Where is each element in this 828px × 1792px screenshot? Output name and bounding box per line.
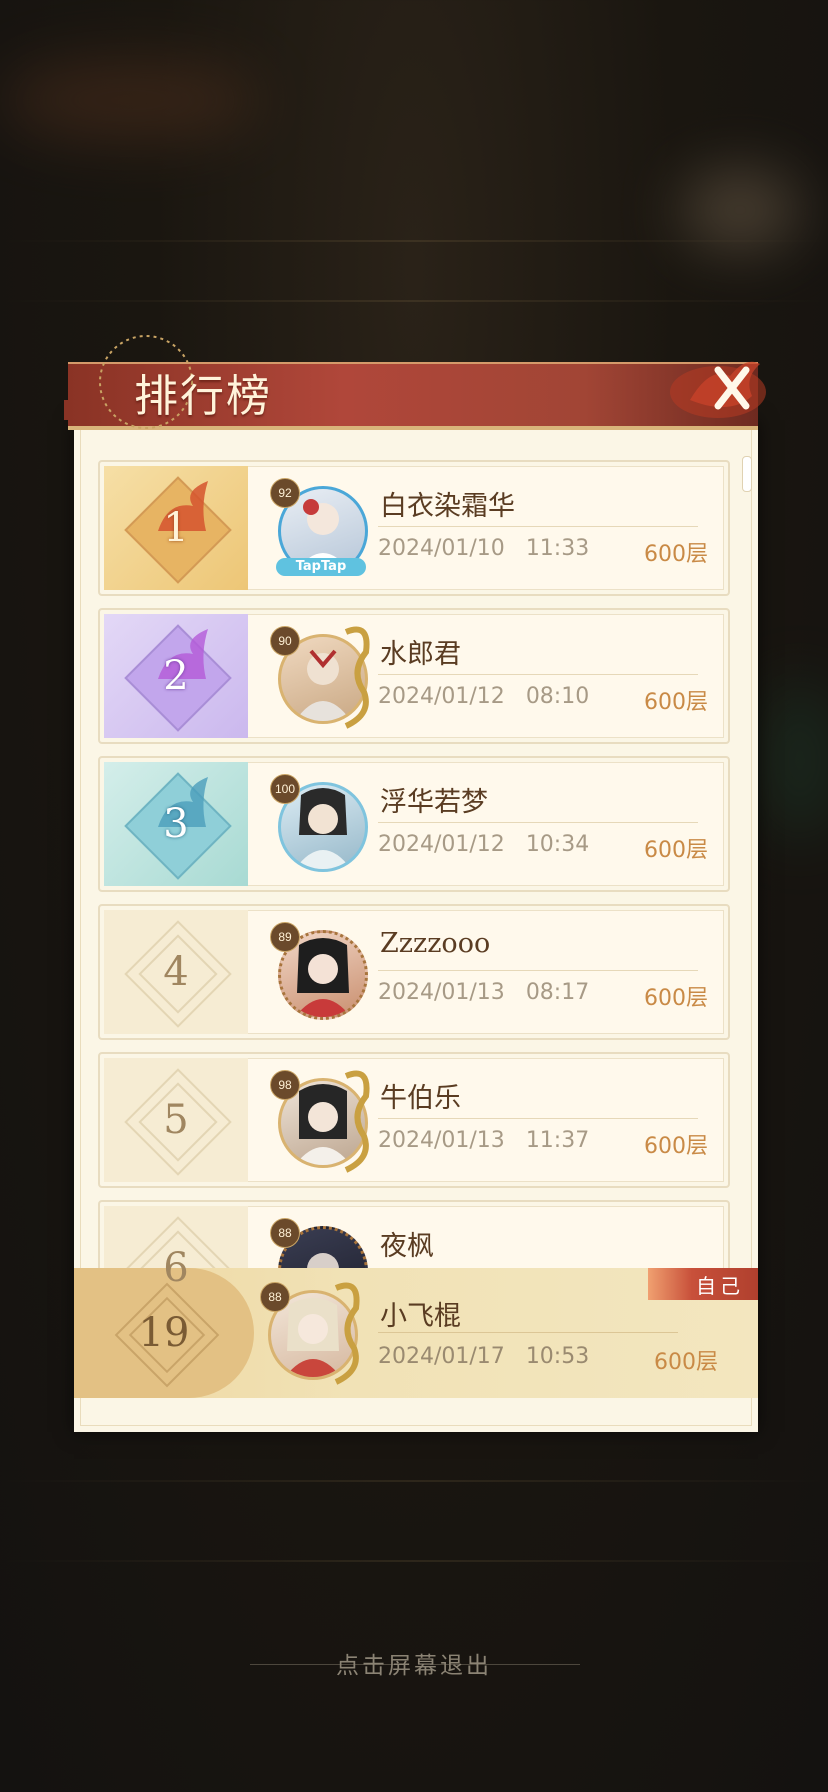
floor-count: 600层: [644, 1134, 708, 1159]
player-avatar[interactable]: 88: [260, 1278, 364, 1386]
level-badge: 88: [260, 1282, 290, 1312]
player-avatar[interactable]: 100: [270, 770, 374, 878]
ranking-row[interactable]: 2 90 水郎君 2024/01/12 08:10 600层: [98, 608, 730, 744]
page-title: 排行榜: [134, 371, 272, 422]
level-badge: 88: [270, 1218, 300, 1248]
player-name: 水郎君: [380, 639, 461, 670]
record-time: 2024/01/12 08:10: [378, 684, 590, 709]
record-time: 2024/01/10 11:33: [378, 536, 590, 561]
player-name: 夜枫: [380, 1231, 434, 1262]
leaderboard-panel: 1 92 TapTap 白衣染霜华 2024/01/10 11:33 600层 …: [74, 420, 758, 1432]
taptap-badge: TapTap: [276, 558, 366, 576]
exit-hint[interactable]: 点击屏幕退出: [0, 1646, 828, 1680]
rank-badge: 3: [104, 762, 248, 886]
dragon-frame-icon: [344, 1070, 370, 1173]
record-time: 2024/01/13 08:17: [378, 980, 590, 1005]
player-avatar[interactable]: 92 TapTap: [270, 474, 374, 582]
rank-badge: 19: [74, 1268, 254, 1398]
floor-count: 600层: [644, 690, 708, 715]
floor-count: 600层: [644, 986, 708, 1011]
player-avatar[interactable]: 90: [270, 622, 374, 730]
record-time: 2024/01/17 10:53: [378, 1344, 590, 1369]
rank-badge: 1: [104, 466, 248, 590]
ranking-row[interactable]: 4 89 Zzzzooo 2024/01/13 08:17 600层: [98, 904, 730, 1040]
rank-badge: 2: [104, 614, 248, 738]
self-tag: 自己: [648, 1268, 758, 1300]
ranking-row[interactable]: 1 92 TapTap 白衣染霜华 2024/01/10 11:33 600层: [98, 460, 730, 596]
close-icon: [670, 361, 766, 418]
level-badge: 100: [270, 774, 300, 804]
level-badge: 89: [270, 922, 300, 952]
self-ranking-row[interactable]: 19 自己 88 小飞棍 2024/01/17 10:53 600层: [74, 1268, 758, 1398]
player-name: 浮华若梦: [380, 787, 488, 818]
scrollbar-thumb[interactable]: [742, 456, 752, 492]
level-badge: 90: [270, 626, 300, 656]
dragon-frame-icon: [344, 626, 370, 729]
dragon-frame-icon: [334, 1282, 360, 1385]
floor-count: 600层: [644, 542, 708, 567]
ranking-row[interactable]: 3 100 浮华若梦 2024/01/12 10:34 600层: [98, 756, 730, 892]
player-name: Zzzzooo: [380, 928, 491, 959]
floor-count: 600层: [644, 838, 708, 863]
level-badge: 98: [270, 1070, 300, 1100]
ranking-row[interactable]: 5 98 牛伯乐 2024/01/13 11:37 600层: [98, 1052, 730, 1188]
player-name: 牛伯乐: [380, 1083, 461, 1114]
rank-badge: 5: [104, 1058, 248, 1182]
record-time: 2024/01/13 11:37: [378, 1128, 590, 1153]
player-avatar[interactable]: 89: [270, 918, 374, 1026]
player-avatar[interactable]: 98: [270, 1066, 374, 1174]
rank-badge: 4: [104, 910, 248, 1034]
player-name: 白衣染霜华: [380, 491, 515, 522]
close-button[interactable]: [660, 336, 770, 436]
floor-count: 600层: [654, 1350, 718, 1375]
level-badge: 92: [270, 478, 300, 508]
record-time: 2024/01/12 10:34: [378, 832, 590, 857]
player-name: 小飞棍: [380, 1301, 461, 1332]
